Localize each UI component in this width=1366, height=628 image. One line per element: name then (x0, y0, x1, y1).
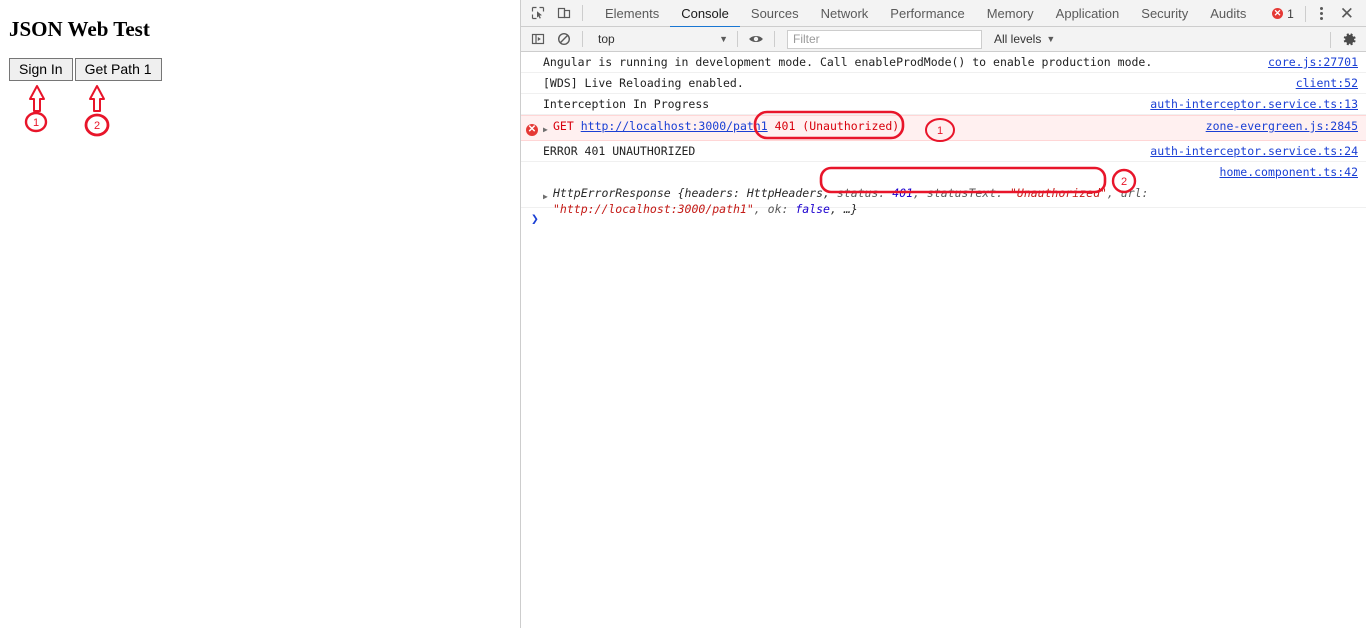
page-title: JSON Web Test (9, 17, 150, 41)
chevron-down-icon: ▼ (719, 34, 728, 44)
web-page-panel: JSON Web Test Sign In Get Path 1 1 2 (0, 0, 520, 628)
webpage-annotation-overlay: 1 2 (24, 85, 110, 137)
annotation-arrow-2 (89, 85, 105, 112)
error-count-badge[interactable]: ✕ 1 (1266, 7, 1300, 21)
error-dot-icon: ✕ (1272, 8, 1284, 19)
button-row: Sign In Get Path 1 (9, 58, 162, 81)
request-sep (768, 119, 775, 133)
execution-context-value: top (598, 32, 615, 46)
console-sidebar-icon[interactable] (525, 27, 551, 52)
console-message-object[interactable]: home.component.ts:42 ▶ HttpErrorResponse… (521, 162, 1366, 216)
devtools-panel: Elements Console Sources Network Perform… (520, 0, 1366, 628)
object-key-status: status: (836, 186, 893, 200)
console-toolbar: top ▼ All levels ▼ (521, 27, 1366, 52)
annotation-arrow-1 (29, 85, 45, 112)
console-message-log[interactable]: ERROR 401 UNAUTHORIZED auth-interceptor.… (521, 141, 1366, 162)
object-preview: HttpErrorResponse {headers: HttpHeaders,… (553, 185, 1363, 217)
error-status-icon: ✕ (521, 118, 543, 136)
request-space (574, 119, 581, 133)
object-prefix: {headers: HttpHeaders, (670, 186, 837, 200)
tab-elements[interactable]: Elements (594, 0, 670, 27)
screenshot-root: JSON Web Test Sign In Get Path 1 1 2 Ele… (0, 0, 1366, 628)
close-icon[interactable]: ✕ (1332, 5, 1362, 22)
object-key-ok: , ok: (753, 202, 796, 216)
annotation-number-2: 2 (94, 120, 100, 132)
object-value-statustext: "Unauthorized" (1009, 186, 1107, 200)
error-circle-icon: ✕ (526, 124, 538, 136)
tab-security[interactable]: Security (1130, 0, 1199, 27)
console-toolbar-divider-1 (582, 31, 583, 47)
console-message-log[interactable]: Interception In Progress auth-intercepto… (521, 94, 1366, 115)
tab-audits[interactable]: Audits (1199, 0, 1257, 27)
console-message-text: ERROR 401 UNAUTHORIZED (543, 144, 696, 158)
tab-sources[interactable]: Sources (740, 0, 810, 27)
console-message-source-link[interactable]: core.js:27701 (1258, 54, 1358, 70)
console-message-source-link[interactable]: zone-evergreen.js:2845 (1196, 118, 1358, 134)
console-prompt-caret: ❯ (531, 211, 539, 227)
tab-console[interactable]: Console (670, 0, 740, 28)
execution-context-select[interactable]: top ▼ (592, 30, 732, 49)
console-toolbar-divider-4 (1330, 31, 1331, 48)
console-message-text: [WDS] Live Reloading enabled. (543, 76, 744, 90)
tab-application[interactable]: Application (1045, 0, 1131, 27)
devtools-tabbar: Elements Console Sources Network Perform… (521, 0, 1366, 28)
object-class-name: HttpErrorResponse (553, 186, 671, 200)
console-filter-input[interactable] (787, 29, 982, 49)
request-method: GET (553, 119, 574, 133)
object-key-statustext: , statusText: (913, 186, 1010, 200)
console-message-source-link[interactable]: client:52 (1286, 75, 1358, 91)
devtools-tab-list: Elements Console Sources Network Perform… (594, 0, 1257, 28)
sign-in-button[interactable]: Sign In (9, 58, 73, 81)
console-message-log[interactable]: [WDS] Live Reloading enabled. client:52 (521, 73, 1366, 94)
object-value-ok: false (795, 202, 830, 216)
more-options-icon[interactable] (1311, 7, 1332, 20)
console-settings-wrap (1325, 27, 1362, 52)
console-message-text: GET http://localhost:3000/path1 401 (Una… (553, 118, 1196, 134)
console-message-list[interactable]: Angular is running in development mode. … (521, 52, 1366, 628)
object-value-url: "http://localhost:3000/path1" (553, 202, 754, 216)
object-suffix: , …} (829, 202, 858, 216)
chevron-down-icon-levels: ▼ (1046, 34, 1056, 44)
get-path-1-button[interactable]: Get Path 1 (74, 58, 162, 81)
expand-triangle-icon-object[interactable]: ▶ (543, 189, 548, 205)
annotation-circle-2: 2 (84, 113, 110, 137)
request-url[interactable]: http://localhost:3000/path1 (581, 119, 768, 133)
error-count-value: 1 (1287, 6, 1294, 21)
console-toolbar-divider-2 (737, 31, 738, 47)
log-level-value: All levels (994, 32, 1042, 46)
device-toolbar-icon[interactable] (551, 1, 577, 26)
devtools-tabbar-right: ✕ 1 ✕ (1266, 0, 1362, 27)
clear-console-icon[interactable] (551, 27, 577, 52)
request-status: 401 (Unauthorized) (774, 119, 900, 133)
tab-memory[interactable]: Memory (976, 0, 1045, 27)
console-message-source-link[interactable]: auth-interceptor.service.ts:24 (1140, 143, 1358, 159)
tab-performance[interactable]: Performance (879, 0, 975, 27)
settings-gear-icon[interactable] (1336, 27, 1362, 52)
console-message-text: Interception In Progress (543, 97, 710, 111)
inspect-element-icon[interactable] (525, 1, 551, 26)
console-message-log[interactable]: Angular is running in development mode. … (521, 52, 1366, 73)
tabbar-right-divider (1304, 5, 1306, 22)
tab-network[interactable]: Network (810, 0, 880, 27)
annotation-number-1: 1 (33, 117, 39, 129)
object-value-status: 401 (892, 186, 914, 200)
log-level-select[interactable]: All levels ▼ (994, 32, 1055, 46)
console-message-error[interactable]: ✕ ▶ GET http://localhost:3000/path1 401 … (521, 115, 1366, 141)
console-message-text: Angular is running in development mode. … (543, 55, 1153, 69)
console-message-source-link[interactable]: home.component.ts:42 (1220, 164, 1358, 180)
live-expression-eye-icon[interactable] (743, 27, 769, 52)
expand-triangle-icon[interactable]: ▶ (543, 118, 553, 138)
object-key-url: , url: (1106, 186, 1156, 200)
annotation-circle-1: 1 (24, 111, 48, 133)
toolbar-divider (582, 5, 583, 21)
console-toolbar-divider-3 (774, 31, 775, 47)
console-message-source-link[interactable]: auth-interceptor.service.ts:13 (1140, 96, 1358, 112)
